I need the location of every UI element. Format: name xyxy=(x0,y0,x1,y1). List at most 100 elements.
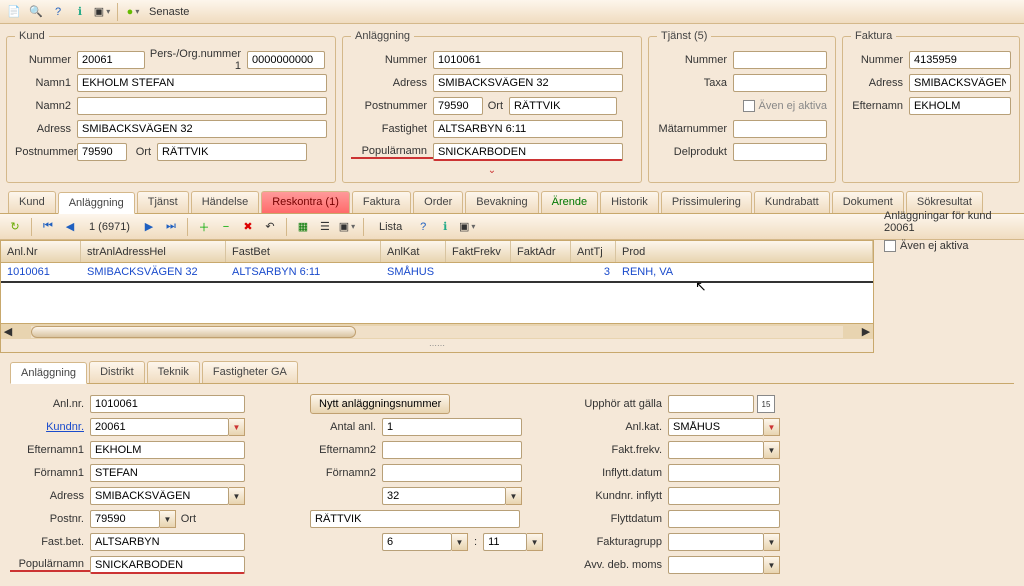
tj-nummer-input[interactable] xyxy=(733,51,827,69)
faktgrupp-dd-icon[interactable]: ▼ xyxy=(764,533,780,551)
gh-adr[interactable]: strAnlAdressHel xyxy=(81,241,226,262)
tab-reskontra[interactable]: Reskontra (1) xyxy=(261,191,350,213)
anl-popnamn-input[interactable] xyxy=(433,143,623,161)
det-kundinf-input[interactable] xyxy=(668,487,780,505)
senaste-label[interactable]: Senaste xyxy=(149,6,189,18)
anl-nummer-input[interactable] xyxy=(433,51,623,69)
det-upphor-input[interactable] xyxy=(668,395,754,413)
tab-anlaggning[interactable]: Anläggning xyxy=(58,192,135,214)
fba-dd-icon[interactable]: ▼ xyxy=(452,533,468,551)
kundnr-dd-icon[interactable]: ▼ xyxy=(229,418,245,436)
lista-label[interactable]: Lista xyxy=(379,221,402,233)
postnr-dd-icon[interactable]: ▼ xyxy=(160,510,176,528)
delete-icon[interactable]: ✖ xyxy=(239,218,257,236)
adress-dd-icon[interactable]: ▼ xyxy=(229,487,245,505)
tab-kund[interactable]: Kund xyxy=(8,191,56,213)
det-postnr-input[interactable] xyxy=(90,510,160,528)
det-faktfrekv-input[interactable] xyxy=(668,441,764,459)
tj-delprod-input[interactable] xyxy=(733,143,827,161)
fakt-nummer-input[interactable] xyxy=(909,51,1011,69)
fakt-adress-input[interactable] xyxy=(909,74,1011,92)
tab-kundrabatt[interactable]: Kundrabatt xyxy=(754,191,830,213)
new-doc-icon[interactable]: 📄 xyxy=(4,2,24,22)
tab-tjanst[interactable]: Tjänst xyxy=(137,191,189,213)
nav-last-icon[interactable]: ⏭ xyxy=(162,218,180,236)
info2-icon[interactable]: ℹ xyxy=(436,218,454,236)
det-fastbet-a-input[interactable] xyxy=(382,533,452,551)
horizontal-scrollbar[interactable]: ◀ ▶ xyxy=(1,323,873,339)
help-icon[interactable]: ? xyxy=(48,2,68,22)
fbb-dd-icon[interactable]: ▼ xyxy=(527,533,543,551)
det-fastbet-b-input[interactable] xyxy=(483,533,527,551)
side-aven-checkbox[interactable] xyxy=(884,240,896,252)
report-icon[interactable]: ☰ xyxy=(316,218,334,236)
det-popnamn-input[interactable] xyxy=(90,556,245,574)
det-eftern1-input[interactable] xyxy=(90,441,245,459)
subtab-anlaggning[interactable]: Anläggning xyxy=(10,362,87,384)
tool2-icon[interactable]: ▣ xyxy=(338,218,356,236)
det-kundnr-input[interactable] xyxy=(90,418,229,436)
tab-faktura[interactable]: Faktura xyxy=(352,191,411,213)
gh-anlnr[interactable]: Anl.Nr xyxy=(1,241,81,262)
binoculars-icon[interactable]: 🔍 xyxy=(26,2,46,22)
gh-prod[interactable]: Prod xyxy=(616,241,873,262)
anl-adress-input[interactable] xyxy=(433,74,623,92)
kund-namn2-input[interactable] xyxy=(77,97,327,115)
nav-next-icon[interactable]: ▶ xyxy=(140,218,158,236)
det-antal-input[interactable] xyxy=(382,418,522,436)
info-icon[interactable]: ℹ xyxy=(70,2,90,22)
kund-namn1-input[interactable] xyxy=(77,74,327,92)
subtab-distrikt[interactable]: Distrikt xyxy=(89,361,145,383)
det-eftern2-input[interactable] xyxy=(382,441,522,459)
refresh-icon[interactable]: ↻ xyxy=(6,218,24,236)
kund-pers-input[interactable] xyxy=(247,51,325,69)
calendar-icon[interactable]: 15 xyxy=(757,395,775,413)
gh-faktadr[interactable]: FaktAdr xyxy=(511,241,571,262)
det-inflytt-input[interactable] xyxy=(668,464,780,482)
subtab-teknik[interactable]: Teknik xyxy=(147,361,200,383)
kund-nummer-input[interactable] xyxy=(77,51,145,69)
det-fornamn2-input[interactable] xyxy=(382,464,522,482)
undo-icon[interactable]: ↶ xyxy=(261,218,279,236)
kund-adress-input[interactable] xyxy=(77,120,327,138)
remove-icon[interactable]: − xyxy=(217,218,235,236)
faktfrekv-dd-icon[interactable]: ▼ xyxy=(764,441,780,459)
anlkat-dd-icon[interactable]: ▼ xyxy=(764,418,780,436)
tab-prissim[interactable]: Prissimulering xyxy=(661,191,752,213)
green-ball-icon[interactable]: ● xyxy=(123,2,143,22)
det-adressnr-input[interactable] xyxy=(382,487,506,505)
gh-frekv[interactable]: FaktFrekv xyxy=(446,241,511,262)
det-kundnr-label[interactable]: Kundnr. xyxy=(10,421,90,433)
tab-order[interactable]: Order xyxy=(413,191,463,213)
tab-bevakning[interactable]: Bevakning xyxy=(465,191,538,213)
tool3-icon[interactable]: ▣ xyxy=(458,218,476,236)
anl-postnr-input[interactable] xyxy=(433,97,483,115)
nytt-anl-button[interactable]: Nytt anläggningsnummer xyxy=(310,394,450,414)
anl-fastighet-input[interactable] xyxy=(433,120,623,138)
tool-dropdown-icon[interactable]: ▣ xyxy=(92,2,112,22)
gh-kat[interactable]: AnlKat xyxy=(381,241,446,262)
tab-handelse[interactable]: Händelse xyxy=(191,191,259,213)
tj-matar-input[interactable] xyxy=(733,120,827,138)
gh-fast[interactable]: FastBet xyxy=(226,241,381,262)
subtab-fastigheter[interactable]: Fastigheter GA xyxy=(202,361,298,383)
det-anlnr-input[interactable] xyxy=(90,395,245,413)
det-fastbet-input[interactable] xyxy=(90,533,245,551)
tj-taxa-input[interactable] xyxy=(733,74,827,92)
adressnr-dd-icon[interactable]: ▼ xyxy=(506,487,522,505)
det-ort-input[interactable] xyxy=(310,510,520,528)
det-fornamn1-input[interactable] xyxy=(90,464,245,482)
tj-aven-checkbox[interactable] xyxy=(743,100,755,112)
avvdeb-dd-icon[interactable]: ▼ xyxy=(764,556,780,574)
gh-anttj[interactable]: AntTj xyxy=(571,241,616,262)
grid-row[interactable]: 1010061 SMIBACKSVÄGEN 32 ALTSARBYN 6:11 … xyxy=(1,263,873,283)
splitter-icon[interactable]: ⋯⋯ xyxy=(1,339,873,352)
add-icon[interactable]: ＋ xyxy=(195,218,213,236)
kund-ort-input[interactable] xyxy=(157,143,307,161)
excel-icon[interactable]: ▦ xyxy=(294,218,312,236)
anl-ort-input[interactable] xyxy=(509,97,617,115)
kund-postnr-input[interactable] xyxy=(77,143,127,161)
nav-first-icon[interactable]: ⏮ xyxy=(39,218,57,236)
det-adress-input[interactable] xyxy=(90,487,229,505)
tab-arende[interactable]: Ärende xyxy=(541,191,598,213)
